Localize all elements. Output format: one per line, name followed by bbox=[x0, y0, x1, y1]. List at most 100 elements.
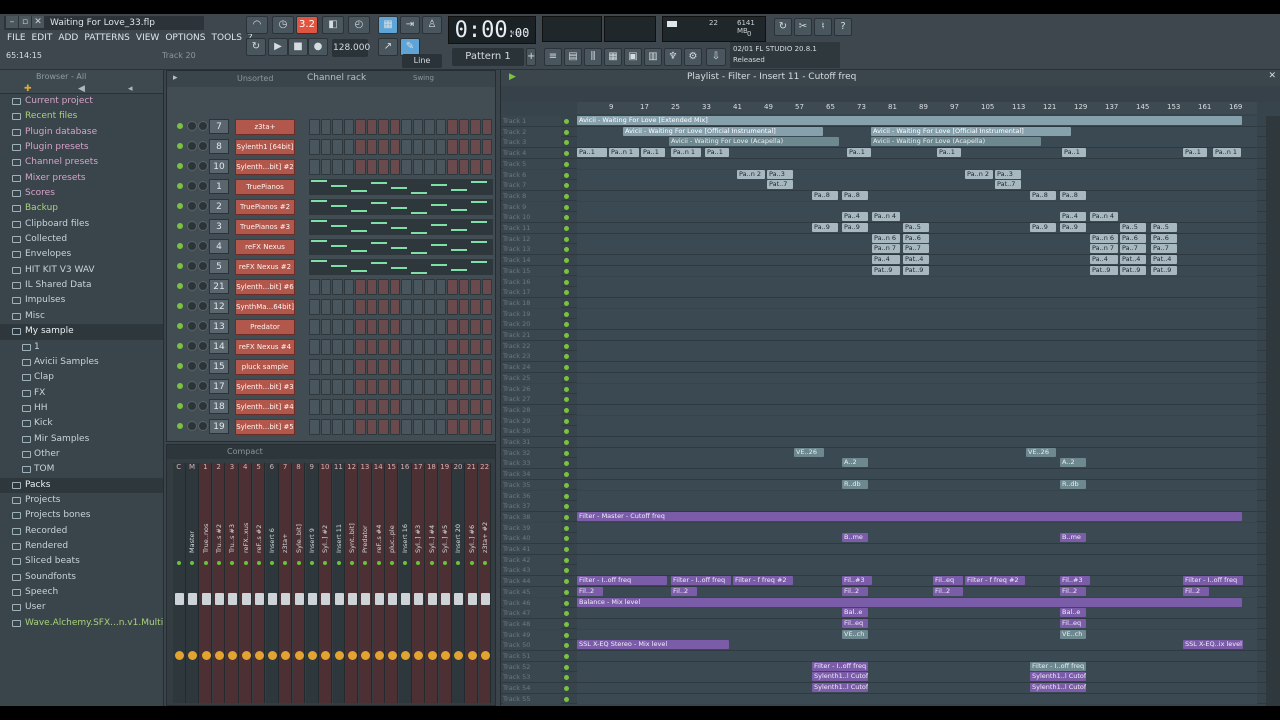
step-button[interactable] bbox=[332, 399, 343, 415]
step-button[interactable] bbox=[435, 159, 446, 175]
step-button[interactable] bbox=[389, 159, 400, 175]
playlist-clip[interactable]: VE..ch bbox=[842, 629, 868, 639]
channel-mixer-number[interactable]: 17 bbox=[209, 379, 229, 394]
browser-plus-icon[interactable]: ✚ bbox=[24, 84, 32, 94]
mixer-strip[interactable]: 20 Insert 20 bbox=[452, 463, 465, 703]
channel-mute-led[interactable] bbox=[177, 143, 183, 149]
playlist-clip[interactable]: Filter - f freq #2 bbox=[965, 576, 1025, 586]
track-lane[interactable]: SSL X-EQ Stereo - Mix level SSL X-EQ..ix … bbox=[577, 640, 1257, 651]
step-button[interactable] bbox=[435, 419, 446, 435]
track-enable-led[interactable] bbox=[564, 514, 569, 520]
playlist-clip[interactable]: Pa..1 bbox=[937, 148, 961, 158]
track-enable-led[interactable] bbox=[564, 547, 569, 552]
channel-mute-led[interactable] bbox=[177, 223, 183, 229]
mixer-strip[interactable]: 22 z3ta+ #2 bbox=[478, 463, 492, 703]
track-row[interactable]: Track 51 bbox=[501, 651, 1280, 662]
step-button[interactable] bbox=[458, 319, 469, 335]
mixer-strip[interactable]: 16 Insert 16 bbox=[399, 463, 412, 703]
fader-handle[interactable] bbox=[401, 593, 411, 605]
browser-item[interactable]: FX bbox=[0, 386, 163, 401]
playlist-clip[interactable]: Pa..8 bbox=[1030, 190, 1056, 200]
step-button[interactable] bbox=[424, 379, 435, 395]
step-button[interactable] bbox=[481, 279, 492, 295]
step-button[interactable] bbox=[458, 359, 469, 375]
mixer-led[interactable] bbox=[469, 561, 474, 565]
send-knob[interactable] bbox=[201, 651, 211, 660]
track-lane[interactable]: Filter - I..off freq Filter - I..off freq… bbox=[577, 576, 1257, 587]
channel-mute-led[interactable] bbox=[177, 163, 183, 169]
step-button[interactable] bbox=[320, 319, 331, 335]
track-lane[interactable] bbox=[577, 404, 1257, 415]
track-lane[interactable]: Avicii - Waiting For Love [Official Inst… bbox=[577, 126, 1257, 137]
step-button[interactable] bbox=[435, 119, 446, 135]
playlist-clip[interactable]: Pa..9 bbox=[812, 223, 838, 232]
channel-row[interactable]: 14 reFX Nexus #4 bbox=[171, 337, 493, 357]
step-edit-icon[interactable]: ◧ bbox=[322, 16, 344, 34]
playlist-clip[interactable]: Pa..8 bbox=[842, 190, 868, 200]
playlist-clip[interactable]: Balance - Mix level bbox=[577, 597, 1242, 607]
track-lane[interactable] bbox=[577, 426, 1257, 437]
step-button[interactable] bbox=[389, 119, 400, 135]
track-label[interactable]: Track 43 bbox=[503, 565, 561, 576]
track-row[interactable]: Track 44 Filter - I..off freq Filter - I..… bbox=[501, 576, 1280, 587]
track-row[interactable]: Track 18 bbox=[501, 297, 1280, 309]
track-row[interactable]: Track 5 bbox=[501, 158, 1280, 170]
snap-line-icon[interactable]: ↗ bbox=[378, 38, 398, 56]
track-enable-led[interactable] bbox=[564, 279, 569, 285]
step-button[interactable] bbox=[343, 159, 354, 175]
playlist-clip[interactable]: Pat..4 bbox=[1120, 255, 1146, 265]
step-button[interactable] bbox=[401, 279, 412, 295]
playlist-clip[interactable]: Pa..n 7 bbox=[872, 244, 900, 254]
track-label[interactable]: Track 18 bbox=[503, 297, 561, 308]
send-knob[interactable] bbox=[374, 651, 384, 660]
playlist-clip[interactable]: Fil..eq bbox=[842, 618, 868, 628]
browser-item[interactable]: Current project bbox=[0, 94, 163, 109]
step-button[interactable] bbox=[366, 359, 377, 375]
channel-mute-led[interactable] bbox=[177, 203, 183, 209]
track-lane[interactable] bbox=[577, 287, 1257, 298]
step-button[interactable] bbox=[355, 359, 366, 375]
step-button[interactable] bbox=[401, 379, 412, 395]
track-lane[interactable]: Filter - Master - Cutoff freq bbox=[577, 511, 1257, 522]
step-sequencer[interactable] bbox=[309, 279, 493, 295]
playlist-clip[interactable]: Filter - I..off freq bbox=[1183, 576, 1243, 586]
piano-roll-icon[interactable]: ▤ bbox=[564, 48, 582, 66]
piano-roll-preview[interactable] bbox=[309, 199, 493, 215]
track-label[interactable]: Track 10 bbox=[503, 212, 561, 223]
step-button[interactable] bbox=[366, 139, 377, 155]
playlist-clip[interactable]: Pa..1 bbox=[641, 148, 665, 158]
playlist-clip[interactable]: Pat..7 bbox=[767, 180, 793, 190]
step-button[interactable] bbox=[412, 419, 423, 435]
step-button[interactable] bbox=[355, 119, 366, 135]
step-button[interactable] bbox=[320, 139, 331, 155]
track-enable-led[interactable] bbox=[564, 472, 569, 478]
track-lane[interactable]: R..db R..db bbox=[577, 479, 1257, 490]
track-enable-led[interactable] bbox=[564, 686, 569, 692]
playlist-clip[interactable]: Pa..n 2 bbox=[737, 169, 765, 179]
channel-row[interactable]: 18 Sylenth...bit] #4 bbox=[171, 397, 493, 417]
fader-handle[interactable] bbox=[454, 593, 464, 605]
volume-knob[interactable] bbox=[198, 141, 208, 151]
playlist-clip[interactable]: Pa..4 bbox=[1060, 212, 1086, 222]
track-enable-led[interactable] bbox=[564, 290, 569, 296]
playlist-clip[interactable]: Pa..4 bbox=[842, 212, 868, 222]
browser-item[interactable]: Clap bbox=[0, 370, 163, 385]
step-button[interactable] bbox=[470, 119, 481, 135]
track-enable-led[interactable] bbox=[564, 258, 569, 264]
mixer-strip[interactable]: 15 pluc..ple bbox=[385, 463, 399, 703]
fader-handle[interactable] bbox=[414, 593, 424, 605]
track-lane[interactable] bbox=[577, 372, 1257, 383]
track-lane[interactable] bbox=[577, 383, 1257, 394]
step-button[interactable] bbox=[378, 279, 389, 295]
send-knob[interactable] bbox=[308, 651, 317, 660]
browser-item[interactable]: HH bbox=[0, 401, 163, 416]
step-button[interactable] bbox=[343, 419, 354, 435]
step-sequencer[interactable] bbox=[309, 339, 493, 355]
pan-knob[interactable] bbox=[187, 161, 197, 171]
step-button[interactable] bbox=[458, 279, 469, 295]
stop-icon[interactable]: ■ bbox=[288, 38, 308, 56]
channel-name-button[interactable]: TruePianos #2 bbox=[235, 199, 295, 215]
playlist-clip[interactable]: Pa..6 bbox=[1120, 233, 1146, 243]
step-button[interactable] bbox=[424, 119, 435, 135]
volume-knob[interactable] bbox=[198, 361, 208, 371]
